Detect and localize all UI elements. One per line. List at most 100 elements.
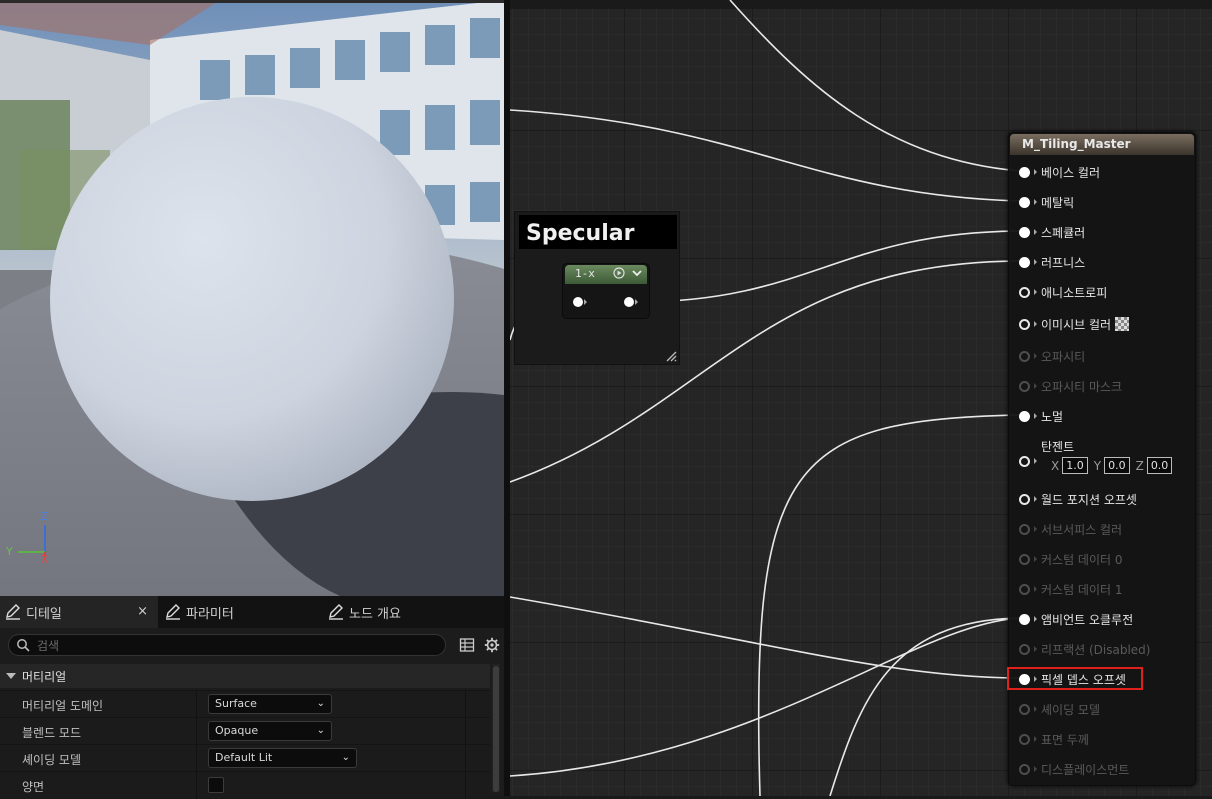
x-field-label: X [1051, 458, 1060, 473]
pin-dot[interactable] [1019, 410, 1030, 422]
pin-dot[interactable] [1019, 226, 1030, 238]
pin-dot[interactable] [1019, 703, 1030, 715]
pin-metallic[interactable]: 메탈릭 [1019, 193, 1074, 211]
pin-label: 오파시티 마스크 [1041, 379, 1123, 394]
pin-arrow [1034, 586, 1037, 592]
wire-base-color [729, 0, 1021, 172]
pin-opacity[interactable]: 오파시티 [1019, 347, 1085, 365]
table-icon[interactable] [459, 637, 475, 653]
material-graph-canvas[interactable]: Specular 1-x M_Tiling_Master 베이스 컬러 메탈릭 … [510, 0, 1212, 796]
tab-details-label: 디테일 [26, 606, 62, 622]
section-material-label: 머티리얼 [22, 669, 67, 684]
pixel-depth-offset-highlight [1007, 667, 1143, 690]
pin-dot[interactable] [1019, 350, 1030, 362]
blend-mode-dropdown[interactable]: Opaque ⌄ [208, 721, 332, 741]
pin-dot[interactable] [1019, 613, 1030, 625]
pin-dot[interactable] [1019, 196, 1030, 208]
color-swatch[interactable] [1115, 317, 1130, 331]
pin-roughness[interactable]: 러프니스 [1019, 253, 1085, 271]
pin-surface-thickness[interactable]: 표면 두께 [1019, 730, 1089, 748]
pin-arrow [1034, 458, 1037, 464]
pin-dot[interactable] [1019, 763, 1030, 775]
property-label: 양면 [22, 780, 45, 794]
pin-subsurface-color[interactable]: 서브서피스 컬러 [1019, 520, 1122, 538]
pin-emissive-color[interactable]: 이미시브 컬러 [1019, 315, 1130, 333]
pin-normal[interactable]: 노멀 [1019, 407, 1063, 425]
property-label: 블렌드 모드 [22, 726, 82, 740]
pin-dot[interactable] [1019, 318, 1030, 330]
pin-dot[interactable] [1019, 166, 1030, 178]
two-sided-checkbox[interactable] [208, 777, 224, 793]
column-divider [465, 745, 466, 772]
close-icon[interactable]: × [137, 604, 148, 619]
pin-arrow [1034, 259, 1037, 265]
result-node-header[interactable]: M_Tiling_Master [1010, 134, 1194, 155]
resize-grip-icon[interactable] [665, 350, 677, 362]
pin-base-color[interactable]: 베이스 컬러 [1019, 163, 1100, 181]
pin-dot[interactable] [1019, 493, 1030, 505]
tangent-vector-fields: X 1.0 Y 0.0 Z 0.0 [1051, 457, 1178, 474]
pin-anisotropy[interactable]: 애니소트로피 [1019, 283, 1107, 301]
pin-displacement[interactable]: 디스플레이스먼트 [1019, 760, 1129, 778]
pin-arrow [1034, 413, 1037, 419]
material-preview-viewport[interactable]: Z Y X [0, 0, 504, 596]
preview-toggle-icon[interactable] [613, 267, 625, 279]
oneminus-node[interactable]: 1-x [562, 263, 650, 319]
x-value-input[interactable]: 1.0 [1062, 457, 1088, 474]
column-divider [196, 718, 197, 745]
search-input[interactable] [35, 637, 439, 655]
chevron-down-icon[interactable] [631, 267, 643, 279]
pin-label: 커스텀 데이터 1 [1041, 582, 1123, 597]
pin-custom-data-1[interactable]: 커스텀 데이터 1 [1019, 580, 1123, 598]
shading-model-dropdown[interactable]: Default Lit ⌄ [208, 748, 357, 768]
pin-arrow [1034, 766, 1037, 772]
column-divider [465, 772, 466, 799]
tab-parameters[interactable]: 파라미터 [160, 596, 310, 628]
scrollbar-thumb[interactable] [493, 666, 499, 792]
pin-dot[interactable] [1019, 583, 1030, 595]
output-pin[interactable] [623, 296, 639, 308]
chevron-down-icon: ⌄ [341, 752, 350, 763]
tab-node-overview-label: 노드 개요 [349, 606, 401, 622]
pin-dot[interactable] [1019, 256, 1030, 268]
pin-dot[interactable] [1019, 643, 1030, 655]
pin-arrow [1034, 289, 1037, 295]
axis-x-label: X [41, 553, 49, 566]
pin-world-position-offset[interactable]: 월드 포지션 오프셋 [1019, 490, 1137, 508]
tab-details[interactable]: 디테일 × [0, 596, 158, 628]
y-value-input[interactable]: 0.0 [1104, 457, 1130, 474]
pin-arrow [1034, 169, 1037, 175]
pin-refraction[interactable]: 리프랙션 (Disabled) [1019, 640, 1150, 658]
pin-label: 스페큘러 [1041, 225, 1086, 240]
property-label: 머티리얼 도메인 [22, 699, 104, 713]
gear-icon[interactable] [484, 637, 500, 653]
property-label: 셰이딩 모델 [22, 753, 82, 767]
pin-dot[interactable] [1019, 455, 1030, 467]
pin-dot[interactable] [1019, 286, 1030, 298]
pin-label: 셰이딩 모델 [1041, 702, 1101, 717]
pin-custom-data-0[interactable]: 커스텀 데이터 0 [1019, 550, 1123, 568]
z-value-input[interactable]: 0.0 [1146, 457, 1173, 474]
pin-specular[interactable]: 스페큘러 [1019, 223, 1085, 241]
pin-label: 커스텀 데이터 0 [1041, 552, 1123, 567]
pin-tangent[interactable]: 탄젠트 [1019, 437, 1074, 467]
pin-dot[interactable] [1019, 553, 1030, 565]
pin-dot[interactable] [1019, 523, 1030, 535]
input-pin[interactable] [572, 296, 588, 308]
pin-ambient-occlusion[interactable]: 앰비언트 오클루전 [1019, 610, 1133, 628]
chevron-down-icon: ⌄ [316, 698, 325, 709]
comment-title[interactable]: Specular [519, 215, 677, 249]
details-search-row [0, 628, 504, 660]
tab-node-overview[interactable]: 노드 개요 [323, 596, 473, 628]
z-field-label: Z [1135, 458, 1144, 473]
search-box[interactable] [8, 634, 446, 656]
pin-shading-model[interactable]: 셰이딩 모델 [1019, 700, 1100, 718]
pin-label: 러프니스 [1041, 255, 1086, 270]
section-material[interactable]: 머티리얼 [0, 664, 490, 688]
pin-dot[interactable] [1019, 380, 1030, 392]
node-title: 1-x [575, 267, 595, 280]
material-domain-dropdown[interactable]: Surface ⌄ [208, 694, 332, 714]
pin-dot[interactable] [1019, 733, 1030, 745]
pin-opacity-mask[interactable]: 오파시티 마스크 [1019, 377, 1122, 395]
pin-arrow [1034, 646, 1037, 652]
